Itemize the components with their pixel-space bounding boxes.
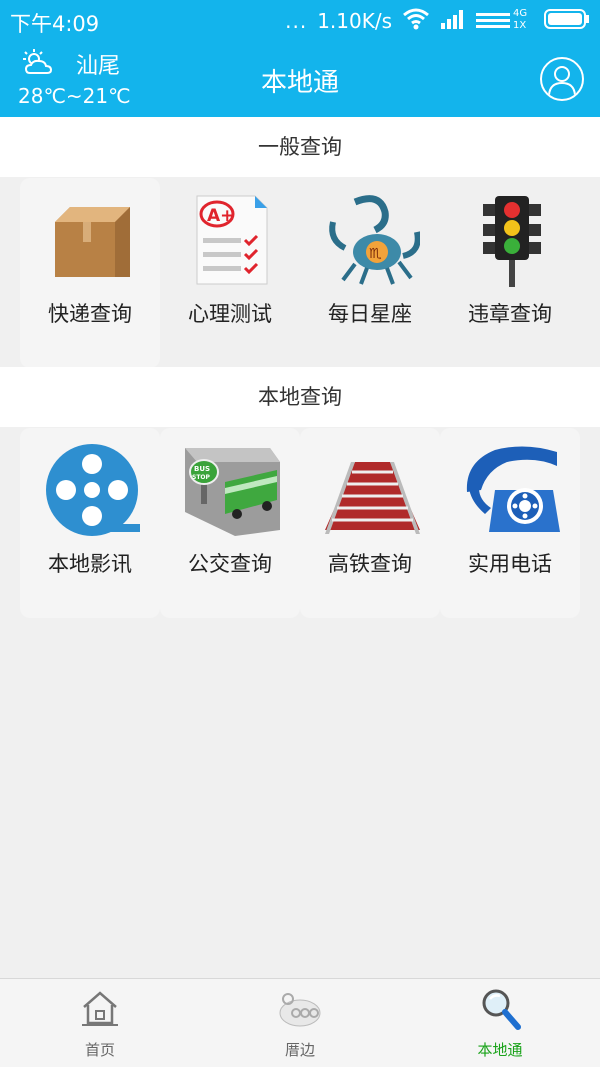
tile-label: 快递查询 <box>48 302 132 326</box>
svg-text:STOP: STOP <box>192 474 211 481</box>
stairs-icon <box>325 442 420 537</box>
tab-local-service[interactable]: 本地通 <box>400 979 600 1067</box>
tile-label: 本地影讯 <box>48 552 132 576</box>
tile-highspeed-rail-query[interactable]: 高铁查询 <box>300 428 440 618</box>
network-speed: 1.10K/s <box>317 9 392 33</box>
tab-neighbors[interactable]: 厝边 <box>200 979 400 1067</box>
tile-bus-query[interactable]: BUS STOP 公交查询 <box>160 428 300 618</box>
svg-text:BUS: BUS <box>194 465 210 473</box>
general-query-grid: 快递查询 A+ 心理测试 ♏ 每日星座 违章查询 <box>20 178 580 368</box>
user-profile-button[interactable] <box>540 57 584 101</box>
telephone-icon <box>465 442 560 537</box>
app-header: 汕尾 28℃~21℃ 本地通 <box>0 42 600 117</box>
package-icon <box>45 192 140 287</box>
tab-label: 首页 <box>84 1041 115 1059</box>
tile-express-query[interactable]: 快递查询 <box>20 178 160 368</box>
neighbors-icon <box>278 987 322 1031</box>
network-type-bottom: 1X <box>513 20 527 31</box>
scorpio-icon: ♏ <box>325 192 421 287</box>
tab-home[interactable]: 首页 <box>0 979 200 1067</box>
tile-label: 心理测试 <box>188 302 272 326</box>
section-title-local: 本地查询 <box>0 367 600 427</box>
tile-violation-query[interactable]: 违章查询 <box>440 178 580 368</box>
local-query-grid: 本地影讯 BUS STOP 公交查询 高铁查询 实用电话 <box>20 428 580 618</box>
svg-text:A+: A+ <box>207 206 234 226</box>
tile-label: 每日星座 <box>328 302 412 326</box>
status-dots: ... <box>285 9 308 33</box>
tile-daily-horoscope[interactable]: ♏ 每日星座 <box>300 178 440 368</box>
signal-4g-icon: 4G 1X <box>476 8 534 32</box>
signal-icon <box>440 9 466 34</box>
svg-text:♏: ♏ <box>369 246 382 262</box>
test-paper-icon: A+ <box>185 192 280 287</box>
page-title: 本地通 <box>260 68 339 98</box>
section-title-general: 一般查询 <box>0 117 600 177</box>
status-indicators: ... 1.10K/s 4G 1X <box>285 8 590 34</box>
tile-psych-test[interactable]: A+ 心理测试 <box>160 178 300 368</box>
tab-label: 本地通 <box>477 1041 523 1059</box>
magnifier-icon <box>478 987 522 1031</box>
traffic-light-icon <box>465 192 560 287</box>
status-time: 下午4:09 <box>10 12 100 36</box>
tile-label: 高铁查询 <box>328 552 412 576</box>
tile-label: 实用电话 <box>468 552 552 576</box>
battery-icon <box>544 8 590 35</box>
tile-label: 违章查询 <box>468 302 552 326</box>
wifi-icon <box>402 8 430 35</box>
bus-stop-icon: BUS STOP <box>185 442 280 537</box>
network-type-top: 4G <box>513 8 528 19</box>
film-reel-icon <box>45 442 140 537</box>
tile-local-movies[interactable]: 本地影讯 <box>20 428 160 618</box>
tab-label: 厝边 <box>284 1041 315 1059</box>
tile-label: 公交查询 <box>188 552 272 576</box>
home-icon <box>78 987 122 1031</box>
bottom-tab-bar: 首页 厝边 本地通 <box>0 978 600 1067</box>
status-bar: 下午4:09 ... 1.10K/s 4G 1X <box>0 0 600 42</box>
tile-useful-phone[interactable]: 实用电话 <box>440 428 580 618</box>
